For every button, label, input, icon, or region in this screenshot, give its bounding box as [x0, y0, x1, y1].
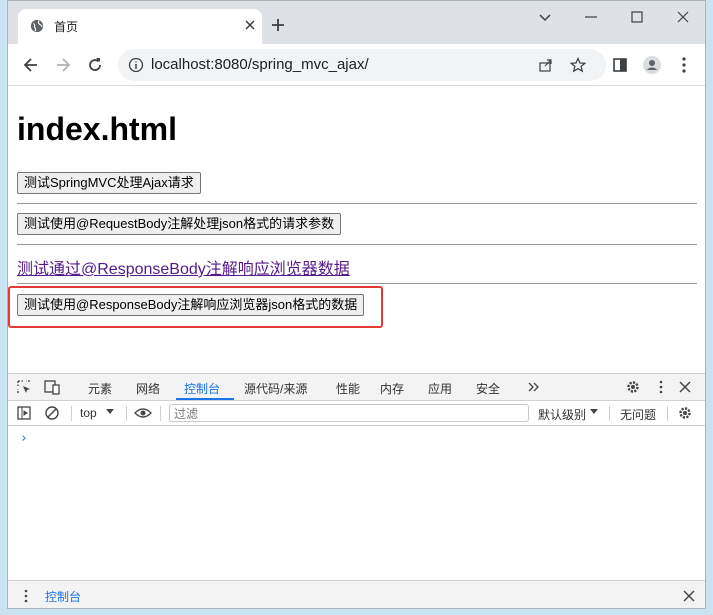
console-settings-gear-icon[interactable] [677, 405, 693, 421]
tab-console[interactable]: 控制台 [184, 380, 220, 397]
separator [160, 406, 161, 421]
globe-icon [30, 19, 44, 33]
tab-application[interactable]: 应用 [428, 380, 452, 397]
share-icon[interactable] [538, 57, 554, 73]
console-prompt[interactable]: › [20, 431, 28, 446]
site-info-icon[interactable] [128, 57, 144, 73]
tab-network[interactable]: 网络 [136, 380, 160, 397]
browser-tab[interactable]: 首页 [18, 9, 262, 44]
devtools-drawer: 控制台 [8, 580, 705, 608]
minimize-icon[interactable] [581, 7, 601, 27]
divider [17, 244, 697, 245]
log-levels-dropdown[interactable]: 默认级别 [538, 406, 586, 423]
tab-elements[interactable]: 元素 [88, 380, 112, 397]
requestbody-test-button[interactable]: 测试使用@RequestBody注解处理json格式的请求参数 [17, 213, 342, 235]
separator [609, 406, 610, 421]
reload-icon[interactable] [85, 55, 105, 75]
console-filter-bar: top 过滤 默认级别 无问题 [8, 401, 705, 426]
forward-icon[interactable] [53, 55, 73, 75]
close-drawer-icon[interactable] [681, 588, 697, 604]
issues-counter[interactable]: 无问题 [620, 406, 656, 423]
tab-strip: 首页 [8, 1, 705, 44]
browser-window: 首页 localhost:8080/spring_mvc_ajax/ index… [7, 0, 706, 609]
side-panel-icon[interactable] [610, 55, 630, 75]
browser-toolbar: localhost:8080/spring_mvc_ajax/ [8, 44, 705, 86]
separator [667, 406, 668, 421]
sidebar-toggle-icon[interactable] [16, 405, 32, 421]
bookmark-star-icon[interactable] [570, 57, 586, 73]
highlight-box [8, 286, 383, 328]
active-tab-indicator [176, 398, 234, 400]
drawer-menu-icon[interactable] [18, 588, 34, 604]
devtools-panel: 元素 网络 控制台 源代码/来源 性能 内存 应用 安全 top 过滤 默认级别… [8, 373, 705, 608]
inspect-element-icon[interactable] [16, 379, 32, 395]
url-text: localhost:8080/spring_mvc_ajax/ [151, 56, 369, 73]
clear-console-icon[interactable] [44, 405, 60, 421]
separator [71, 406, 72, 421]
tab-sources[interactable]: 源代码/来源 [244, 380, 307, 397]
address-bar[interactable]: localhost:8080/spring_mvc_ajax/ [118, 49, 606, 81]
tab-performance[interactable]: 性能 [336, 380, 360, 397]
page-heading: index.html [17, 111, 178, 147]
close-devtools-icon[interactable] [677, 379, 693, 395]
dropdown-arrow-icon [106, 409, 114, 414]
close-window-icon[interactable] [673, 7, 693, 27]
tab-title: 首页 [54, 20, 79, 34]
tab-security[interactable]: 安全 [476, 380, 500, 397]
profile-avatar-icon[interactable] [642, 55, 662, 75]
tab-memory[interactable]: 内存 [380, 380, 404, 397]
new-tab-icon[interactable] [270, 17, 286, 33]
live-expression-eye-icon[interactable] [134, 405, 152, 421]
back-icon[interactable] [21, 55, 41, 75]
context-selector[interactable]: top [80, 406, 97, 420]
device-toolbar-icon[interactable] [44, 379, 60, 395]
levels-dropdown-arrow-icon [590, 409, 598, 414]
ajax-test-button[interactable]: 测试SpringMVC处理Ajax请求 [17, 172, 201, 194]
more-tabs-icon[interactable] [526, 379, 542, 395]
close-tab-icon[interactable] [242, 17, 258, 33]
divider [17, 203, 697, 204]
drawer-tab-console[interactable]: 控制台 [45, 588, 81, 605]
devtools-tabbar: 元素 网络 控制台 源代码/来源 性能 内存 应用 安全 [8, 374, 705, 401]
maximize-icon[interactable] [627, 7, 647, 27]
divider [17, 283, 697, 284]
responsebody-link[interactable]: 测试通过@ResponseBody注解响应浏览器数据 [17, 255, 350, 279]
tab-search-icon[interactable] [535, 7, 555, 27]
console-filter-input[interactable]: 过滤 [169, 404, 529, 422]
settings-gear-icon[interactable] [625, 379, 641, 395]
menu-dots-icon[interactable] [674, 55, 694, 75]
separator [126, 406, 127, 421]
page-content: index.html 测试SpringMVC处理Ajax请求 测试使用@Requ… [8, 87, 705, 373]
devtools-menu-icon[interactable] [653, 379, 669, 395]
